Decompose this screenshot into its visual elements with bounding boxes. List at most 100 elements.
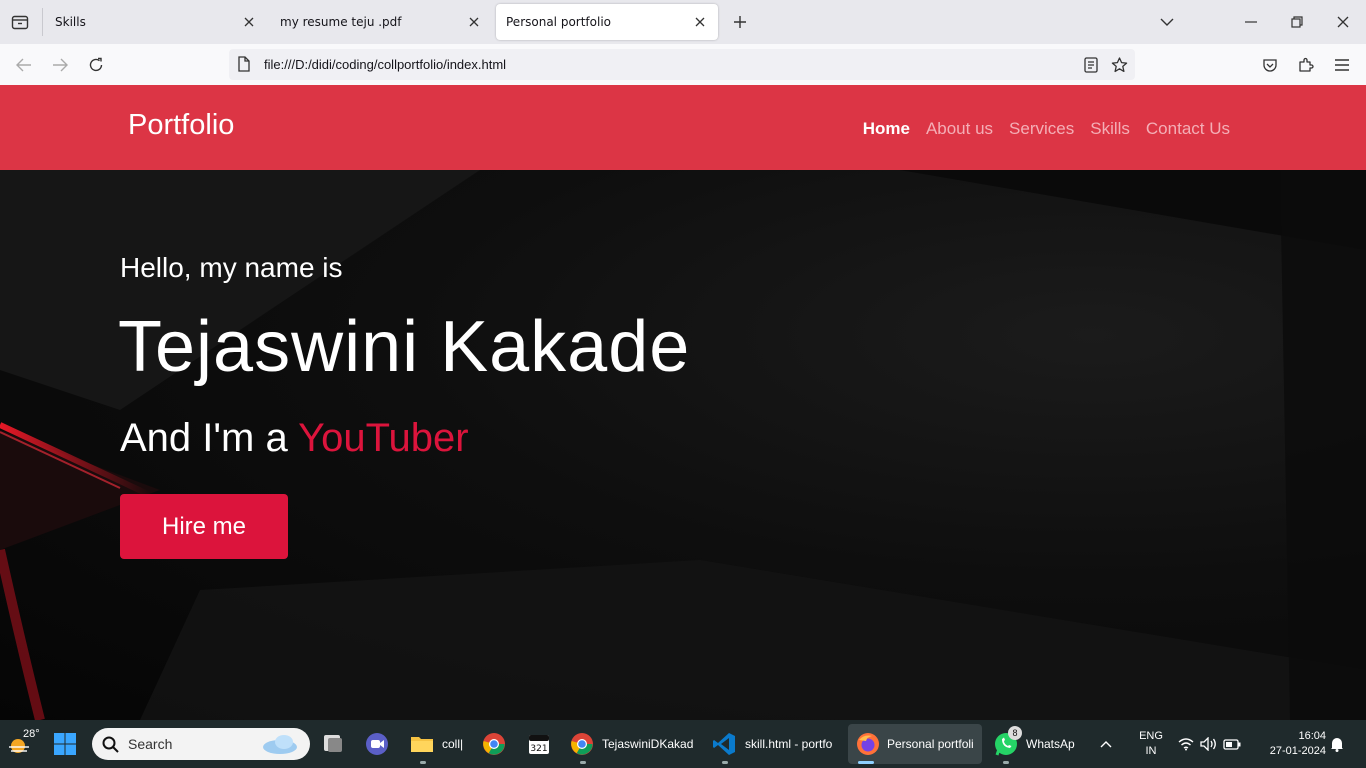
hero-role-prefix: And I'm a	[120, 416, 299, 460]
hero-role-word: YouTuber	[298, 416, 469, 460]
close-icon[interactable]	[241, 14, 257, 30]
site-nav: Home About us Services Skills Contact Us	[863, 119, 1230, 139]
close-icon[interactable]	[692, 14, 708, 30]
task-view-icon	[324, 735, 342, 752]
reload-button[interactable]	[83, 52, 109, 78]
wifi-icon	[1178, 738, 1194, 751]
arrow-right-icon	[53, 58, 68, 72]
close-icon	[1337, 16, 1349, 28]
page-icon	[238, 56, 250, 72]
restore-icon	[1291, 16, 1303, 28]
battery-icon	[1223, 738, 1241, 750]
taskbar-app-vscode[interactable]: skill.html - portfo	[712, 720, 838, 768]
back-button[interactable]	[11, 52, 37, 78]
running-indicator	[420, 761, 426, 764]
url-text[interactable]: file:///D:/didi/coding/collportfolio/ind…	[264, 57, 506, 72]
start-button[interactable]	[53, 720, 81, 768]
tab-separator	[42, 8, 43, 36]
hero-section: Hello, my name is Tejaswini Kakade And I…	[0, 170, 1366, 720]
windows-logo-icon	[54, 733, 76, 755]
site-header: Portfolio Home About us Services Skills …	[0, 85, 1366, 170]
hire-me-button[interactable]: Hire me	[120, 494, 288, 559]
running-indicator	[580, 761, 586, 764]
taskbar-app-whatsapp[interactable]: 8 WhatsAp	[993, 720, 1079, 768]
running-indicator	[858, 761, 874, 764]
reader-view-button[interactable]	[1081, 55, 1101, 75]
tab-personal-portfolio[interactable]: Personal portfolio	[496, 4, 718, 40]
chrome-pinned-button[interactable]	[482, 720, 510, 768]
forward-button[interactable]	[47, 52, 73, 78]
notification-badge: 8	[1008, 726, 1022, 740]
url-bar[interactable]: file:///D:/didi/coding/collportfolio/ind…	[229, 49, 1135, 80]
system-tray-status[interactable]	[1178, 720, 1244, 768]
svg-text:321: 321	[530, 744, 547, 754]
hamburger-icon	[1335, 59, 1349, 71]
volume-icon	[1200, 737, 1216, 751]
menu-button[interactable]	[1329, 52, 1355, 78]
chrome-icon	[571, 733, 593, 755]
list-all-tabs-button[interactable]	[1155, 10, 1179, 34]
hero-greeting: Hello, my name is	[120, 252, 343, 283]
reload-icon	[89, 57, 103, 72]
weather-widget[interactable]: 28°	[6, 720, 46, 768]
browser-window: Skills my resume teju .pdf Personal port…	[0, 0, 1366, 85]
nav-skills-link[interactable]: Skills	[1090, 119, 1130, 139]
show-hidden-icons-button[interactable]	[1100, 720, 1122, 768]
taskbar-app-label: coll|	[442, 737, 464, 751]
nav-contact-link[interactable]: Contact Us	[1146, 119, 1230, 139]
extensions-button[interactable]	[1293, 52, 1319, 78]
tab-skills[interactable]: Skills	[45, 4, 267, 40]
bell-icon	[1331, 738, 1343, 752]
hero-role-line: And I'm a YouTuber	[120, 416, 469, 461]
taskbar-app-explorer[interactable]: coll|	[410, 720, 468, 768]
bookmark-button[interactable]	[1109, 55, 1129, 75]
navigation-toolbar: file:///D:/didi/coding/collportfolio/ind…	[0, 44, 1366, 85]
taskbar-search-box[interactable]: Search	[92, 728, 310, 760]
close-icon[interactable]	[466, 14, 482, 30]
close-window-button[interactable]	[1331, 10, 1355, 34]
taskbar-app-firefox[interactable]: Personal portfoli	[848, 724, 982, 764]
tab-label: my resume teju .pdf	[280, 15, 402, 29]
site-logo[interactable]: Portfolio	[128, 109, 234, 142]
search-placeholder: Search	[128, 736, 173, 752]
language-label: ENG	[1139, 730, 1163, 742]
tab-label: Personal portfolio	[506, 15, 611, 29]
tab-list-button[interactable]	[8, 11, 32, 33]
taskbar-app-label: Personal portfoli	[887, 737, 974, 751]
hero-name: Tejaswini Kakade	[118, 307, 691, 387]
video-call-icon	[366, 733, 388, 755]
taskbar-app-label: WhatsAp	[1026, 737, 1075, 751]
taskbar-app-chrome[interactable]: TejaswiniDKakad	[570, 720, 700, 768]
chevron-up-icon	[1100, 741, 1112, 748]
tab-resume-pdf[interactable]: my resume teju .pdf	[270, 4, 492, 40]
pocket-button[interactable]	[1257, 52, 1283, 78]
nav-about-link[interactable]: About us	[926, 119, 993, 139]
minimize-button[interactable]	[1239, 10, 1263, 34]
nav-services-link[interactable]: Services	[1009, 119, 1074, 139]
puzzle-icon	[1299, 57, 1314, 72]
weather-temp: 28°	[23, 728, 40, 740]
region-label: IN	[1145, 745, 1157, 757]
calendar-app-button[interactable]: 321	[527, 720, 555, 768]
minimize-icon	[1245, 21, 1257, 23]
new-tab-button[interactable]	[728, 10, 752, 34]
plus-icon	[734, 16, 746, 28]
restore-button[interactable]	[1285, 10, 1309, 34]
nav-home-link[interactable]: Home	[863, 119, 910, 139]
arrow-left-icon	[16, 58, 31, 72]
tab-list-icon	[11, 15, 29, 30]
language-indicator[interactable]: ENG IN	[1136, 720, 1166, 768]
tab-bar: Skills my resume teju .pdf Personal port…	[0, 0, 1366, 44]
notifications-button[interactable]	[1330, 720, 1348, 768]
reader-view-icon	[1084, 57, 1098, 73]
running-indicator	[1003, 761, 1009, 764]
task-view-button[interactable]	[321, 720, 349, 768]
search-icon	[102, 736, 119, 753]
tab-label: Skills	[55, 15, 86, 29]
clock[interactable]: 16:04 27-01-2024	[1258, 720, 1326, 768]
windows-taskbar: 28° Search coll| 321 TejaswiniDKakad ski…	[0, 720, 1366, 768]
calendar-icon: 321	[529, 735, 549, 754]
meet-app-button[interactable]	[365, 720, 393, 768]
vscode-icon	[713, 733, 735, 755]
chevron-down-icon	[1160, 18, 1174, 26]
